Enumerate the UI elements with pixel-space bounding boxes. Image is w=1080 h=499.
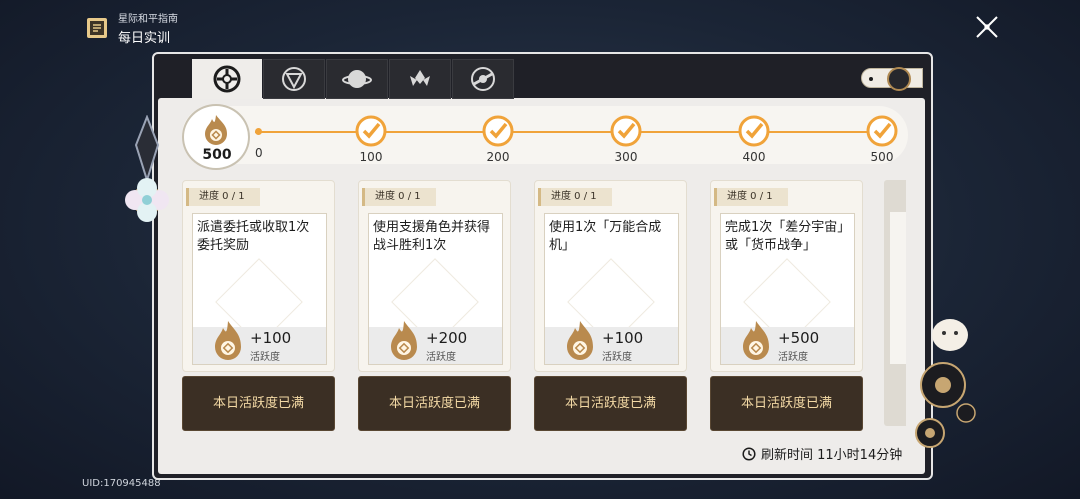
milestone-label: 200 xyxy=(486,150,510,164)
claim-button[interactable]: 本日活跃度已满 xyxy=(358,376,511,431)
floral-ornament-icon xyxy=(915,319,976,448)
task-card[interactable]: 进度 0 / 1 派遣委托或收取1次委托奖励 +100 活跃度 xyxy=(182,180,335,372)
badge-dot xyxy=(869,77,873,81)
check-icon xyxy=(738,115,770,147)
reward-amount: +100 xyxy=(250,329,292,347)
milestone-300[interactable]: 300 xyxy=(606,114,646,164)
task-description: 使用支援角色并获得战斗胜利1次 xyxy=(373,220,491,253)
page-header: 星际和平指南 每日实训 xyxy=(84,10,178,46)
check-icon xyxy=(482,115,514,147)
activity-flame-icon xyxy=(205,115,227,145)
guide-book-icon xyxy=(87,18,107,38)
claim-button[interactable]: 本日活跃度已满 xyxy=(710,376,863,431)
planet-icon xyxy=(342,70,372,88)
header-subtitle: 星际和平指南 xyxy=(118,14,178,25)
daily-training-icon xyxy=(213,65,241,93)
task-card[interactable]: 进度 0 / 1 使用1次「万能合成机」 +100 活跃度 xyxy=(534,180,687,372)
uid-label: UID:170945488 xyxy=(82,478,161,489)
task-progress: 进度 0 / 1 xyxy=(186,188,260,206)
activity-flame-icon xyxy=(391,321,417,360)
claim-button[interactable]: 本日活跃度已满 xyxy=(534,376,687,431)
activity-total-medal: 500 xyxy=(182,104,250,170)
reward-amount: +100 xyxy=(602,329,644,347)
tab-shield[interactable] xyxy=(263,59,325,99)
progress-start-dot xyxy=(255,128,262,135)
claim-button[interactable]: 本日活跃度已满 xyxy=(182,376,335,431)
task-desc-box xyxy=(890,212,906,364)
check-icon xyxy=(610,115,642,147)
task-card-partial[interactable] xyxy=(884,180,906,426)
compass-ornament-icon xyxy=(125,115,169,222)
check-icon xyxy=(866,115,898,147)
task-card[interactable]: 进度 0 / 1 完成1次「差分宇宙」或「货币战争」 +500 活跃度 xyxy=(710,180,863,372)
tab-daily-training[interactable] xyxy=(192,59,262,99)
task-description: 使用1次「万能合成机」 xyxy=(549,220,662,253)
page-title: 每日实训 xyxy=(118,31,171,46)
task-progress: 进度 0 / 1 xyxy=(362,188,436,206)
milestone-label: 400 xyxy=(742,150,766,164)
tab-planet[interactable] xyxy=(326,59,388,99)
activity-total-value: 500 xyxy=(202,147,232,163)
shield-icon xyxy=(282,67,306,91)
reward-label: 活跃度 xyxy=(250,352,280,363)
badge-emblem-icon xyxy=(887,67,911,91)
status-badge[interactable] xyxy=(861,67,923,91)
reward-amount: +200 xyxy=(426,329,468,347)
refresh-timer: 刷新时间 11小时14分钟 xyxy=(742,444,902,463)
milestone-label: 300 xyxy=(614,150,638,164)
activity-flame-icon xyxy=(215,321,241,360)
progress-bar xyxy=(255,131,880,133)
milestone-200[interactable]: 200 xyxy=(478,114,518,164)
check-icon xyxy=(355,115,387,147)
progress-track xyxy=(182,106,908,164)
orbit-icon xyxy=(471,67,495,91)
task-description: 派遣委托或收取1次委托奖励 xyxy=(197,220,310,253)
activity-flame-icon xyxy=(567,321,593,360)
activity-flame-icon xyxy=(743,321,769,360)
reward-label: 活跃度 xyxy=(602,352,632,363)
clock-icon xyxy=(742,446,756,461)
milestone-label: 500 xyxy=(870,150,894,164)
reward-label: 活跃度 xyxy=(426,352,456,363)
task-progress: 进度 0 / 1 xyxy=(714,188,788,206)
task-card[interactable]: 进度 0 / 1 使用支援角色并获得战斗胜利1次 +200 活跃度 xyxy=(358,180,511,372)
tab-lotus[interactable] xyxy=(389,59,451,99)
task-description: 完成1次「差分宇宙」或「货币战争」 xyxy=(725,220,844,253)
task-progress: 进度 0 / 1 xyxy=(538,188,612,206)
reward-amount: +500 xyxy=(778,329,820,347)
tab-bar xyxy=(192,59,514,99)
tab-orbit[interactable] xyxy=(452,59,514,99)
refresh-label: 刷新时间 11小时14分钟 xyxy=(761,448,903,463)
reward-label: 活跃度 xyxy=(778,352,808,363)
milestone-500[interactable]: 500 xyxy=(862,114,902,164)
milestone-label: 100 xyxy=(359,150,383,164)
progress-start-label: 0 xyxy=(255,146,263,160)
lotus-icon xyxy=(410,70,430,86)
milestone-100[interactable]: 100 xyxy=(351,114,391,164)
milestone-400[interactable]: 400 xyxy=(734,114,774,164)
close-icon[interactable] xyxy=(972,12,1002,42)
